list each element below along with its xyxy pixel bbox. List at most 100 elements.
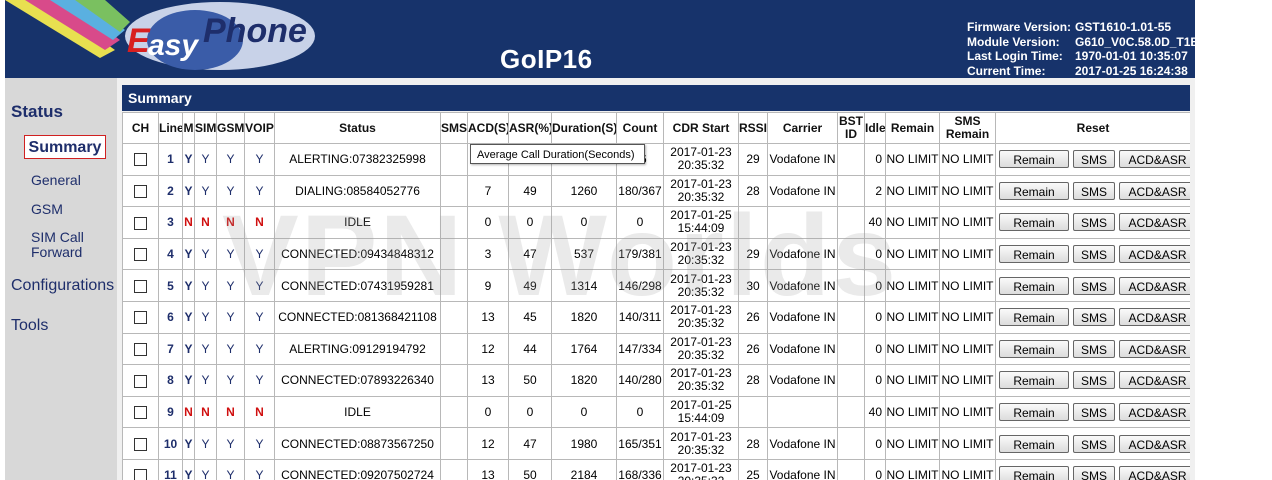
reset-remain-button[interactable]: Remain: [999, 434, 1069, 453]
idle-cell: 0: [864, 269, 886, 302]
reset-remain-button[interactable]: Remain: [999, 403, 1069, 422]
carrier-cell: Vodafone IN: [767, 364, 838, 397]
cdr-start-time: 20:35:32: [677, 442, 725, 457]
reset-remain-button[interactable]: Remain: [999, 466, 1069, 480]
column-header-acd: ACD(S): [467, 112, 509, 144]
channel-checkbox[interactable]: [134, 469, 147, 480]
reset-acd-asr-button[interactable]: ACD&ASR: [1119, 245, 1190, 264]
reset-sms-button[interactable]: SMS: [1073, 371, 1115, 390]
reset-sms-button[interactable]: SMS: [1073, 150, 1115, 169]
sms-remain-cell: NO LIMIT: [939, 269, 996, 302]
line-number: 3: [158, 206, 183, 239]
reset-sms-button[interactable]: SMS: [1073, 434, 1115, 453]
nav-tools[interactable]: Tools: [11, 317, 48, 335]
nav-gsm[interactable]: GSM: [31, 201, 63, 217]
column-header-gsm: GSM: [216, 112, 245, 144]
reset-remain-button[interactable]: Remain: [999, 276, 1069, 295]
gsm-status: N: [216, 206, 245, 239]
nav-configurations[interactable]: Configurations: [11, 277, 114, 295]
nav-summary[interactable]: Summary: [24, 135, 106, 159]
asr-cell: 47: [508, 237, 552, 271]
channel-checkbox[interactable]: [134, 343, 147, 357]
cdr-start-cell: 2017-01-2320:35:32: [663, 269, 739, 302]
channel-checkbox[interactable]: [134, 248, 147, 262]
reset-actions: Remain SMS ACD&ASR: [995, 174, 1190, 208]
duration-cell: 537: [551, 237, 617, 271]
reset-sms-button[interactable]: SMS: [1073, 181, 1115, 200]
reset-sms-button[interactable]: SMS: [1073, 245, 1115, 264]
nav-general[interactable]: General: [31, 172, 81, 188]
reset-sms-button[interactable]: SMS: [1073, 308, 1115, 327]
cdr-start-cell: 2017-01-2320:35:32: [663, 300, 739, 334]
reset-sms-button[interactable]: SMS: [1073, 213, 1115, 232]
cdr-start-time: 20:35:32: [665, 475, 738, 480]
line-number: 6: [158, 300, 183, 334]
channel-checkbox[interactable]: [134, 437, 147, 451]
reset-acd-asr-button[interactable]: ACD&ASR: [1119, 213, 1190, 232]
line-number: 1: [158, 143, 183, 176]
line-number: 7: [158, 332, 183, 366]
column-header-bst-id: BST ID: [837, 112, 865, 144]
nav-status[interactable]: Status: [11, 102, 63, 122]
channel-checkbox[interactable]: [134, 153, 147, 167]
reset-acd-asr-button[interactable]: ACD&ASR: [1119, 403, 1190, 422]
gsm-status: N: [216, 395, 245, 429]
current-time: 2017-01-25 16:24:38: [1075, 63, 1188, 78]
channel-checkbox[interactable]: [134, 374, 147, 388]
sms-cell: [440, 395, 468, 429]
reset-acd-asr-button[interactable]: ACD&ASR: [1119, 434, 1190, 453]
module-status: Y: [182, 269, 195, 302]
reset-remain-button[interactable]: Remain: [999, 245, 1069, 264]
channel-checkbox[interactable]: [134, 185, 147, 199]
reset-acd-asr-button[interactable]: ACD&ASR: [1119, 339, 1190, 358]
reset-remain-button[interactable]: Remain: [999, 308, 1069, 327]
table-header-row: CH Line M SIM GSM VOIP Status SMS ACD(S) ASR(%) Du…: [122, 112, 1190, 144]
reset-sms-button[interactable]: SMS: [1073, 466, 1115, 480]
reset-actions: Remain SMS ACD&ASR: [995, 206, 1190, 239]
sim-status: Y: [194, 332, 217, 366]
line-status: ALERTING:09129194792: [274, 332, 441, 366]
sim-status: N: [194, 206, 217, 239]
channel-checkbox[interactable]: [134, 279, 147, 293]
bst-id-cell: [837, 395, 865, 429]
column-header-sms-remain: SMS Remain: [939, 112, 996, 144]
channel-checkbox-cell: [122, 143, 159, 176]
gsm-status: Y: [216, 427, 245, 460]
reset-remain-button[interactable]: Remain: [999, 150, 1069, 169]
asr-cell: 45: [508, 300, 552, 334]
reset-remain-button[interactable]: Remain: [999, 213, 1069, 232]
module-status: Y: [182, 427, 195, 460]
easyphone-logo: E asy Phone: [5, 0, 315, 72]
carrier-cell: Vodafone IN: [767, 269, 838, 302]
reset-acd-asr-button[interactable]: ACD&ASR: [1119, 371, 1190, 390]
count-cell: 140/280: [616, 364, 664, 397]
reset-acd-asr-button[interactable]: ACD&ASR: [1119, 276, 1190, 295]
remain-cell: NO LIMIT: [885, 364, 940, 397]
channel-checkbox[interactable]: [134, 406, 147, 420]
sim-status: Y: [194, 427, 217, 460]
bst-id-cell: [837, 364, 865, 397]
count-cell: 146/298: [616, 269, 664, 302]
voip-status: Y: [244, 364, 275, 397]
cdr-start-cell: 2017-01-2320:35:32: [663, 174, 739, 208]
reset-remain-button[interactable]: Remain: [999, 181, 1069, 200]
channel-checkbox[interactable]: [134, 216, 147, 230]
bst-id-cell: [837, 300, 865, 334]
duration-cell: 1820: [551, 300, 617, 334]
reset-acd-asr-button[interactable]: ACD&ASR: [1119, 308, 1190, 327]
idle-cell: 40: [864, 395, 886, 429]
reset-sms-button[interactable]: SMS: [1073, 403, 1115, 422]
reset-sms-button[interactable]: SMS: [1073, 276, 1115, 295]
reset-acd-asr-button[interactable]: ACD&ASR: [1119, 150, 1190, 169]
nav-sim-call-forward[interactable]: SIM Call Forward: [31, 230, 84, 260]
reset-remain-button[interactable]: Remain: [999, 371, 1069, 390]
reset-remain-button[interactable]: Remain: [999, 339, 1069, 358]
cdr-start-cell: 2017-01-2320:35:32: [663, 237, 739, 271]
reset-sms-button[interactable]: SMS: [1073, 339, 1115, 358]
asr-cell: 47: [508, 427, 552, 460]
reset-actions: Remain SMS ACD&ASR: [995, 300, 1190, 334]
channel-checkbox[interactable]: [134, 311, 147, 325]
channel-checkbox-cell: [122, 174, 159, 208]
reset-acd-asr-button[interactable]: ACD&ASR: [1119, 181, 1190, 200]
reset-acd-asr-button[interactable]: ACD&ASR: [1119, 466, 1190, 480]
